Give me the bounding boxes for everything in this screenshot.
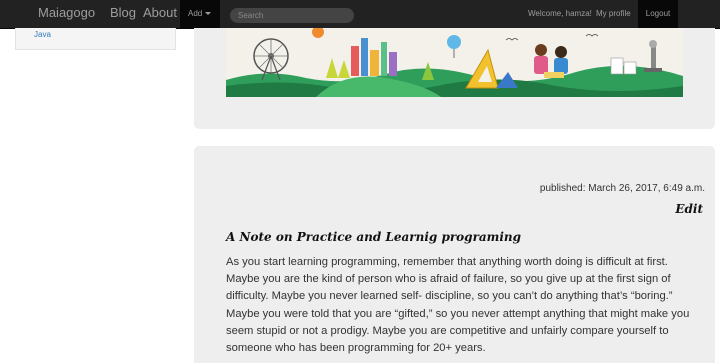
post-banner-image: [226, 28, 683, 97]
nav-blog-link[interactable]: Blog: [110, 5, 136, 20]
add-dropdown[interactable]: Add: [180, 0, 220, 28]
sidebar: Java: [15, 28, 176, 50]
published-date: published: March 26, 2017, 6:49 a.m.: [539, 183, 705, 194]
post-body: As you start learning programming, remem…: [226, 256, 690, 355]
my-profile-link[interactable]: My profile: [596, 9, 631, 18]
edit-link[interactable]: Edit: [675, 202, 703, 216]
post-title: A Note on Practice and Learnig programin…: [226, 230, 522, 244]
search-input[interactable]: [230, 8, 354, 23]
caret-down-icon: [205, 12, 212, 16]
sidebar-item-java[interactable]: Java: [34, 30, 51, 39]
brand-link[interactable]: Maiagogo: [38, 5, 95, 20]
nav-about-link[interactable]: About: [143, 5, 177, 20]
welcome-text: Welcome, hamza!: [528, 9, 592, 18]
logout-button[interactable]: Logout: [638, 0, 678, 28]
add-dropdown-label: Add: [188, 9, 203, 18]
top-navbar: Maiagogo Blog About Add Welcome, hamza! …: [0, 0, 720, 29]
post-panel: published: March 26, 2017, 6:49 a.m. Edi…: [194, 146, 715, 363]
post-panel-previous: [194, 28, 715, 129]
